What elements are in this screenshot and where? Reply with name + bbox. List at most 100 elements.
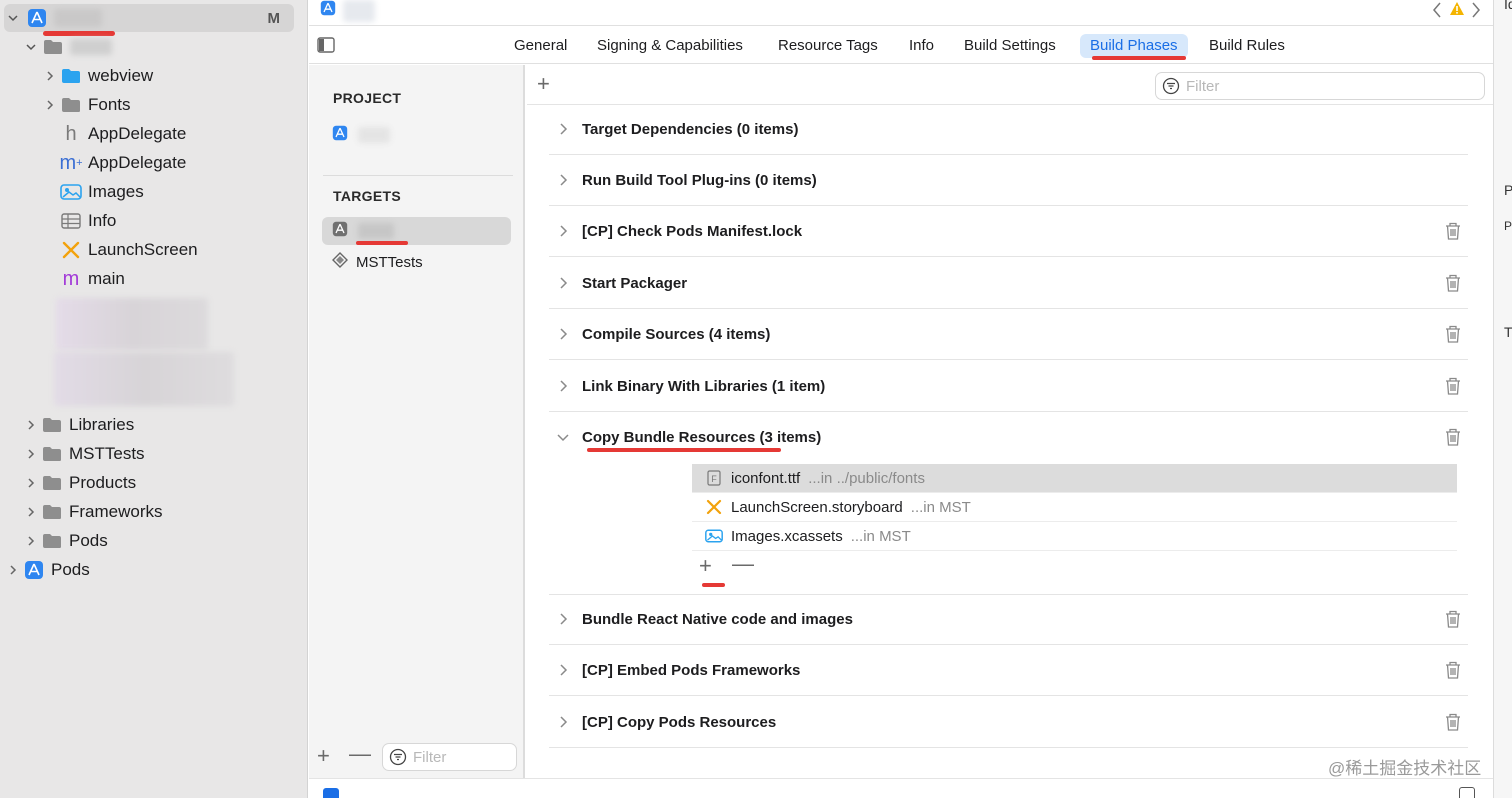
inspector-label: Id xyxy=(1504,0,1512,12)
targets-filter-field[interactable]: Filter xyxy=(382,743,517,771)
nav-app-group[interactable] xyxy=(0,33,308,61)
test-target-icon xyxy=(332,252,348,272)
chevron-down-icon[interactable] xyxy=(556,431,570,449)
tab-info[interactable]: Info xyxy=(899,34,944,58)
warning-icon[interactable] xyxy=(1449,1,1465,22)
sidebar-toggle-icon[interactable] xyxy=(317,37,335,58)
nav-item-pods-group[interactable]: Pods xyxy=(0,527,308,555)
trash-icon[interactable] xyxy=(1444,376,1462,396)
chevron-right-icon[interactable] xyxy=(6,563,20,577)
chevron-right-icon[interactable] xyxy=(43,69,57,83)
nav-item-label: Pods xyxy=(69,531,108,550)
tab-general[interactable]: General xyxy=(504,34,577,58)
build-phases-filter-field[interactable]: Filter xyxy=(1155,72,1485,100)
chevron-right-icon[interactable] xyxy=(24,505,38,519)
chevron-right-icon[interactable] xyxy=(557,121,571,137)
folder-icon xyxy=(41,502,63,522)
resource-file-location: ...in MST xyxy=(910,498,971,516)
nav-item-frameworks[interactable]: Frameworks xyxy=(0,498,308,526)
annotation-underline xyxy=(587,448,781,452)
chevron-right-icon[interactable] xyxy=(43,98,57,112)
build-phase-row[interactable]: Target Dependencies (0 items) xyxy=(549,104,1468,155)
build-phase-row[interactable]: Link Binary With Libraries (1 item) xyxy=(549,361,1468,412)
nav-item-main[interactable]: m main xyxy=(0,265,308,293)
target-row-app[interactable] xyxy=(322,217,511,245)
tab-resource-tags[interactable]: Resource Tags xyxy=(768,34,888,58)
chevron-right-icon[interactable] xyxy=(557,714,571,730)
nav-item-libraries[interactable]: Libraries xyxy=(0,411,308,439)
tab-build-rules[interactable]: Build Rules xyxy=(1199,34,1295,58)
build-phase-row[interactable]: [CP] Check Pods Manifest.lock xyxy=(549,206,1468,257)
chevron-right-icon[interactable] xyxy=(557,662,571,678)
trash-icon[interactable] xyxy=(1444,660,1462,680)
asset-catalog-icon xyxy=(705,527,723,545)
trash-icon[interactable] xyxy=(1444,712,1462,732)
add-target-button[interactable]: + xyxy=(317,743,330,769)
project-targets-list: PROJECT TARGETS MSTTests + — Filter xyxy=(309,65,525,778)
tab-signing-capabilities[interactable]: Signing & Capabilities xyxy=(587,34,753,58)
nav-root-project[interactable]: M xyxy=(4,4,294,32)
resource-file-row[interactable]: F iconfont.ttf ...in ../public/fonts xyxy=(692,464,1457,493)
resource-file-row[interactable]: Images.xcassets ...in MST xyxy=(692,522,1457,551)
tab-build-settings[interactable]: Build Settings xyxy=(954,34,1066,58)
remove-target-button[interactable]: — xyxy=(349,741,371,767)
add-resource-button[interactable]: + xyxy=(699,553,712,579)
build-phase-row[interactable]: [CP] Embed Pods Frameworks xyxy=(549,645,1468,696)
build-phase-title: Run Build Tool Plug-ins (0 items) xyxy=(582,171,817,189)
target-row-tests[interactable]: MSTTests xyxy=(322,248,511,276)
add-build-phase-button[interactable]: + xyxy=(537,71,550,97)
nav-item-label: Products xyxy=(69,473,137,492)
storyboard-icon xyxy=(705,498,723,516)
chevron-right-icon[interactable] xyxy=(557,611,571,627)
chevron-down-icon[interactable] xyxy=(6,11,20,25)
chevron-right-icon[interactable] xyxy=(24,418,38,432)
nav-item-webview[interactable]: webview xyxy=(0,62,308,90)
nav-item-pods-project[interactable]: Pods xyxy=(0,556,308,584)
build-phase-row[interactable]: Start Packager xyxy=(549,258,1468,309)
folder-icon xyxy=(41,444,63,464)
nav-item-products[interactable]: Products xyxy=(0,469,308,497)
annotation-underline xyxy=(1092,56,1186,60)
chevron-right-icon[interactable] xyxy=(557,378,571,394)
remove-resource-button[interactable]: — xyxy=(732,551,754,577)
trash-icon[interactable] xyxy=(1444,427,1462,452)
nav-item-label: MSTTests xyxy=(69,444,145,463)
build-phase-row[interactable]: Run Build Tool Plug-ins (0 items) xyxy=(549,155,1468,206)
chevron-down-icon[interactable] xyxy=(24,40,38,54)
tab-build-phases[interactable]: Build Phases xyxy=(1080,34,1188,58)
app-target-icon xyxy=(332,221,348,241)
chevron-left-icon[interactable] xyxy=(1431,2,1443,23)
chevron-right-icon[interactable] xyxy=(24,447,38,461)
build-phase-title[interactable]: Copy Bundle Resources (3 items) xyxy=(582,429,821,446)
chevron-right-icon[interactable] xyxy=(557,326,571,342)
folder-icon xyxy=(41,531,63,551)
build-phase-row[interactable]: [CP] Copy Pods Resources xyxy=(549,697,1468,748)
trash-icon[interactable] xyxy=(1444,609,1462,629)
nav-item-images[interactable]: Images xyxy=(0,178,308,206)
nav-item-fonts[interactable]: Fonts xyxy=(0,91,308,119)
nav-item-label: LaunchScreen xyxy=(88,240,198,259)
project-row[interactable] xyxy=(322,121,511,149)
build-phase-row[interactable]: Compile Sources (4 items) xyxy=(549,309,1468,360)
nav-item-launchscreen[interactable]: LaunchScreen xyxy=(0,236,308,264)
chevron-right-icon[interactable] xyxy=(557,223,571,239)
chevron-right-icon[interactable] xyxy=(1470,2,1482,23)
chevron-right-icon[interactable] xyxy=(24,476,38,490)
resource-file-location: ...in MST xyxy=(850,527,911,545)
chevron-right-icon[interactable] xyxy=(557,172,571,188)
trash-icon[interactable] xyxy=(1444,324,1462,344)
folder-icon xyxy=(60,95,82,115)
nav-item-msttests[interactable]: MSTTests xyxy=(0,440,308,468)
chevron-right-icon[interactable] xyxy=(557,275,571,291)
resource-file-row[interactable]: LaunchScreen.storyboard ...in MST xyxy=(692,493,1457,522)
nav-item-appdelegate-h[interactable]: h AppDelegate xyxy=(0,120,308,148)
nav-item-label: AppDelegate xyxy=(88,153,187,172)
trash-icon[interactable] xyxy=(1444,221,1462,241)
build-phase-row[interactable]: Bundle React Native code and images xyxy=(549,594,1468,645)
nav-item-appdelegate-m[interactable]: m + AppDelegate xyxy=(0,149,308,177)
nav-item-info[interactable]: Info xyxy=(0,207,308,235)
build-phase-title: [CP] Embed Pods Frameworks xyxy=(582,661,801,679)
toggle-panel-icon[interactable] xyxy=(1459,787,1475,798)
trash-icon[interactable] xyxy=(1444,273,1462,293)
chevron-right-icon[interactable] xyxy=(24,534,38,548)
